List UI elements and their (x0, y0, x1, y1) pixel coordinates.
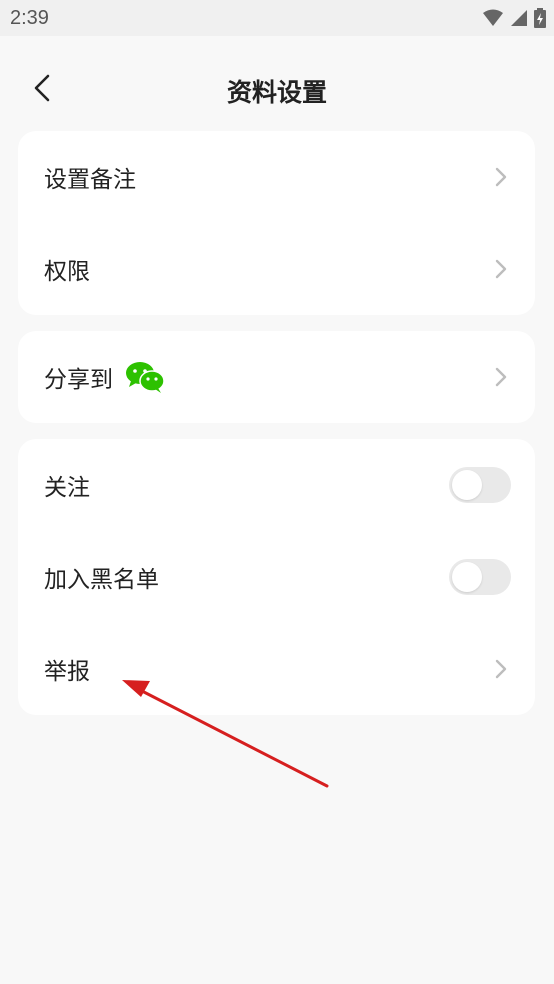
navigation-bar: 资料设置 (0, 36, 554, 136)
page-title: 资料设置 (226, 78, 327, 107)
chevron-right-icon (495, 259, 507, 279)
wechat-icon (126, 362, 165, 393)
status-icons (482, 8, 546, 28)
share-card: 分享到 (18, 331, 535, 423)
blacklist-row: 加入黑名单 (18, 531, 535, 623)
signal-icon (511, 10, 527, 26)
set-remark-row[interactable]: 设置备注 (18, 131, 535, 223)
blacklist-toggle[interactable] (449, 559, 511, 595)
permissions-label: 权限 (44, 259, 90, 285)
report-row[interactable]: 举报 (18, 623, 535, 715)
chevron-right-icon (495, 367, 507, 387)
share-to-row[interactable]: 分享到 (18, 331, 535, 423)
toggle-knob (452, 470, 482, 500)
battery-icon (534, 8, 546, 28)
report-label: 举报 (44, 659, 90, 685)
chevron-right-icon (495, 167, 507, 187)
chevron-right-icon (495, 659, 507, 679)
follow-row: 关注 (18, 439, 535, 531)
follow-label: 关注 (44, 475, 90, 501)
share-to-label: 分享到 (44, 367, 113, 393)
privacy-card: 关注 加入黑名单 举报 (18, 439, 535, 715)
status-time: 2:39 (10, 7, 49, 29)
toggle-knob (452, 562, 482, 592)
settings-card-1: 设置备注 权限 (18, 131, 535, 315)
status-bar: 2:39 (0, 0, 554, 36)
set-remark-label: 设置备注 (44, 167, 136, 193)
follow-toggle[interactable] (449, 467, 511, 503)
wifi-icon (483, 9, 503, 26)
blacklist-label: 加入黑名单 (44, 567, 159, 593)
permissions-row[interactable]: 权限 (18, 223, 535, 315)
